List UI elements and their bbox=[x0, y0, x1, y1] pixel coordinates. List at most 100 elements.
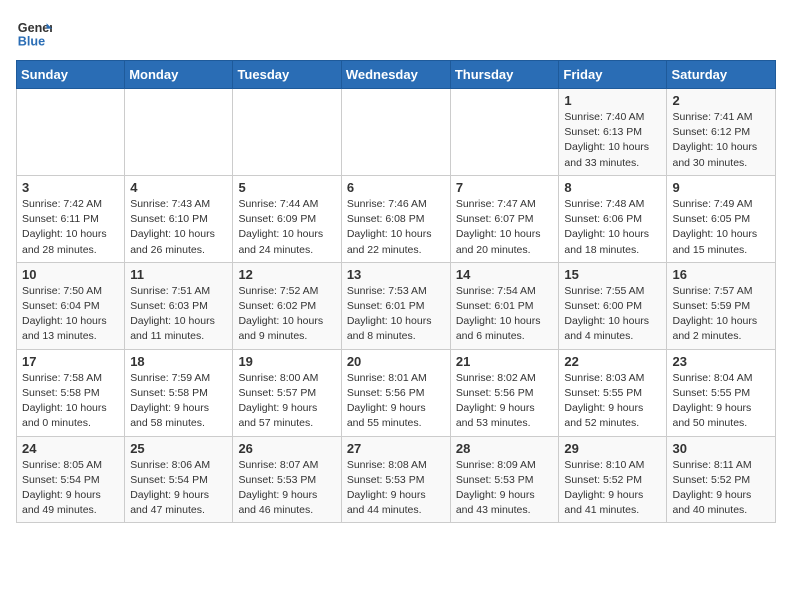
calendar-cell bbox=[17, 89, 125, 176]
calendar-body: 1 Sunrise: 7:40 AM Sunset: 6:13 PM Daylig… bbox=[17, 89, 776, 523]
day-number: 17 bbox=[22, 354, 119, 369]
day-info: Sunrise: 8:05 AM Sunset: 5:54 PM Dayligh… bbox=[22, 458, 119, 519]
weekday-header-tuesday: Tuesday bbox=[233, 61, 341, 89]
day-info: Sunrise: 7:50 AM Sunset: 6:04 PM Dayligh… bbox=[22, 284, 119, 345]
calendar-cell bbox=[125, 89, 233, 176]
day-info: Sunrise: 7:57 AM Sunset: 5:59 PM Dayligh… bbox=[672, 284, 770, 345]
logo-icon: General Blue bbox=[16, 16, 52, 52]
day-number: 8 bbox=[564, 180, 661, 195]
calendar-cell: 5 Sunrise: 7:44 AM Sunset: 6:09 PM Daylig… bbox=[233, 175, 341, 262]
day-info: Sunrise: 7:46 AM Sunset: 6:08 PM Dayligh… bbox=[347, 197, 445, 258]
day-number: 29 bbox=[564, 441, 661, 456]
calendar-cell: 30Sunrise: 8:11 AM Sunset: 5:52 PM Dayli… bbox=[667, 436, 776, 523]
day-number: 6 bbox=[347, 180, 445, 195]
day-info: Sunrise: 7:58 AM Sunset: 5:58 PM Dayligh… bbox=[22, 371, 119, 432]
day-info: Sunrise: 7:53 AM Sunset: 6:01 PM Dayligh… bbox=[347, 284, 445, 345]
day-info: Sunrise: 7:55 AM Sunset: 6:00 PM Dayligh… bbox=[564, 284, 661, 345]
calendar-week-2: 3 Sunrise: 7:42 AM Sunset: 6:11 PM Daylig… bbox=[17, 175, 776, 262]
day-number: 3 bbox=[22, 180, 119, 195]
day-number: 27 bbox=[347, 441, 445, 456]
calendar-cell: 2 Sunrise: 7:41 AM Sunset: 6:12 PM Daylig… bbox=[667, 89, 776, 176]
day-number: 21 bbox=[456, 354, 554, 369]
calendar-cell: 12 Sunrise: 7:52 AM Sunset: 6:02 PM Dayli… bbox=[233, 262, 341, 349]
day-info: Sunrise: 8:07 AM Sunset: 5:53 PM Dayligh… bbox=[238, 458, 335, 519]
day-info: Sunrise: 7:40 AM Sunset: 6:13 PM Dayligh… bbox=[564, 110, 661, 171]
calendar-week-4: 17 Sunrise: 7:58 AM Sunset: 5:58 PM Dayli… bbox=[17, 349, 776, 436]
day-info: Sunrise: 8:06 AM Sunset: 5:54 PM Dayligh… bbox=[130, 458, 227, 519]
day-number: 13 bbox=[347, 267, 445, 282]
calendar-cell bbox=[233, 89, 341, 176]
calendar-cell: 29Sunrise: 8:10 AM Sunset: 5:52 PM Dayli… bbox=[559, 436, 667, 523]
day-info: Sunrise: 8:03 AM Sunset: 5:55 PM Dayligh… bbox=[564, 371, 661, 432]
day-number: 10 bbox=[22, 267, 119, 282]
svg-text:Blue: Blue bbox=[18, 35, 45, 49]
page-header: General Blue bbox=[16, 16, 776, 52]
calendar-cell: 20Sunrise: 8:01 AM Sunset: 5:56 PM Dayli… bbox=[341, 349, 450, 436]
weekday-header-saturday: Saturday bbox=[667, 61, 776, 89]
day-info: Sunrise: 8:00 AM Sunset: 5:57 PM Dayligh… bbox=[238, 371, 335, 432]
day-info: Sunrise: 7:51 AM Sunset: 6:03 PM Dayligh… bbox=[130, 284, 227, 345]
weekday-header-monday: Monday bbox=[125, 61, 233, 89]
day-info: Sunrise: 8:04 AM Sunset: 5:55 PM Dayligh… bbox=[672, 371, 770, 432]
logo: General Blue bbox=[16, 16, 52, 52]
calendar-cell: 4 Sunrise: 7:43 AM Sunset: 6:10 PM Daylig… bbox=[125, 175, 233, 262]
day-number: 18 bbox=[130, 354, 227, 369]
calendar-cell: 6 Sunrise: 7:46 AM Sunset: 6:08 PM Daylig… bbox=[341, 175, 450, 262]
day-number: 26 bbox=[238, 441, 335, 456]
calendar-cell: 9 Sunrise: 7:49 AM Sunset: 6:05 PM Daylig… bbox=[667, 175, 776, 262]
calendar-week-3: 10 Sunrise: 7:50 AM Sunset: 6:04 PM Dayli… bbox=[17, 262, 776, 349]
day-info: Sunrise: 7:47 AM Sunset: 6:07 PM Dayligh… bbox=[456, 197, 554, 258]
day-info: Sunrise: 7:41 AM Sunset: 6:12 PM Dayligh… bbox=[672, 110, 770, 171]
calendar-cell: 11 Sunrise: 7:51 AM Sunset: 6:03 PM Dayli… bbox=[125, 262, 233, 349]
day-number: 2 bbox=[672, 93, 770, 108]
day-info: Sunrise: 7:49 AM Sunset: 6:05 PM Dayligh… bbox=[672, 197, 770, 258]
calendar-cell: 21 Sunrise: 8:02 AM Sunset: 5:56 PM Dayli… bbox=[450, 349, 559, 436]
day-number: 12 bbox=[238, 267, 335, 282]
calendar-cell: 25 Sunrise: 8:06 AM Sunset: 5:54 PM Dayli… bbox=[125, 436, 233, 523]
day-number: 24 bbox=[22, 441, 119, 456]
day-number: 11 bbox=[130, 267, 227, 282]
day-info: Sunrise: 7:54 AM Sunset: 6:01 PM Dayligh… bbox=[456, 284, 554, 345]
calendar-table: SundayMondayTuesdayWednesdayThursdayFrid… bbox=[16, 60, 776, 523]
day-info: Sunrise: 8:11 AM Sunset: 5:52 PM Dayligh… bbox=[672, 458, 770, 519]
day-info: Sunrise: 7:43 AM Sunset: 6:10 PM Dayligh… bbox=[130, 197, 227, 258]
day-number: 5 bbox=[238, 180, 335, 195]
day-number: 22 bbox=[564, 354, 661, 369]
day-number: 7 bbox=[456, 180, 554, 195]
calendar-cell: 1 Sunrise: 7:40 AM Sunset: 6:13 PM Daylig… bbox=[559, 89, 667, 176]
day-info: Sunrise: 7:59 AM Sunset: 5:58 PM Dayligh… bbox=[130, 371, 227, 432]
day-number: 19 bbox=[238, 354, 335, 369]
day-number: 9 bbox=[672, 180, 770, 195]
day-number: 4 bbox=[130, 180, 227, 195]
day-number: 23 bbox=[672, 354, 770, 369]
day-number: 25 bbox=[130, 441, 227, 456]
calendar-cell: 15Sunrise: 7:55 AM Sunset: 6:00 PM Dayli… bbox=[559, 262, 667, 349]
day-info: Sunrise: 7:44 AM Sunset: 6:09 PM Dayligh… bbox=[238, 197, 335, 258]
day-info: Sunrise: 7:52 AM Sunset: 6:02 PM Dayligh… bbox=[238, 284, 335, 345]
calendar-cell: 23 Sunrise: 8:04 AM Sunset: 5:55 PM Dayli… bbox=[667, 349, 776, 436]
calendar-cell: 13 Sunrise: 7:53 AM Sunset: 6:01 PM Dayli… bbox=[341, 262, 450, 349]
calendar-cell: 28 Sunrise: 8:09 AM Sunset: 5:53 PM Dayli… bbox=[450, 436, 559, 523]
calendar-cell: 18 Sunrise: 7:59 AM Sunset: 5:58 PM Dayli… bbox=[125, 349, 233, 436]
day-info: Sunrise: 8:08 AM Sunset: 5:53 PM Dayligh… bbox=[347, 458, 445, 519]
day-number: 16 bbox=[672, 267, 770, 282]
weekday-header-sunday: Sunday bbox=[17, 61, 125, 89]
calendar-cell: 14Sunrise: 7:54 AM Sunset: 6:01 PM Dayli… bbox=[450, 262, 559, 349]
day-info: Sunrise: 7:42 AM Sunset: 6:11 PM Dayligh… bbox=[22, 197, 119, 258]
weekday-header-row: SundayMondayTuesdayWednesdayThursdayFrid… bbox=[17, 61, 776, 89]
calendar-cell: 26 Sunrise: 8:07 AM Sunset: 5:53 PM Dayli… bbox=[233, 436, 341, 523]
weekday-header-thursday: Thursday bbox=[450, 61, 559, 89]
calendar-cell: 7 Sunrise: 7:47 AM Sunset: 6:07 PM Daylig… bbox=[450, 175, 559, 262]
calendar-cell: 27 Sunrise: 8:08 AM Sunset: 5:53 PM Dayli… bbox=[341, 436, 450, 523]
day-info: Sunrise: 8:02 AM Sunset: 5:56 PM Dayligh… bbox=[456, 371, 554, 432]
weekday-header-friday: Friday bbox=[559, 61, 667, 89]
calendar-week-1: 1 Sunrise: 7:40 AM Sunset: 6:13 PM Daylig… bbox=[17, 89, 776, 176]
day-number: 1 bbox=[564, 93, 661, 108]
calendar-cell: 3 Sunrise: 7:42 AM Sunset: 6:11 PM Daylig… bbox=[17, 175, 125, 262]
day-number: 28 bbox=[456, 441, 554, 456]
day-info: Sunrise: 8:09 AM Sunset: 5:53 PM Dayligh… bbox=[456, 458, 554, 519]
day-info: Sunrise: 8:01 AM Sunset: 5:56 PM Dayligh… bbox=[347, 371, 445, 432]
calendar-header: SundayMondayTuesdayWednesdayThursdayFrid… bbox=[17, 61, 776, 89]
calendar-cell: 19 Sunrise: 8:00 AM Sunset: 5:57 PM Dayli… bbox=[233, 349, 341, 436]
calendar-cell: 17 Sunrise: 7:58 AM Sunset: 5:58 PM Dayli… bbox=[17, 349, 125, 436]
